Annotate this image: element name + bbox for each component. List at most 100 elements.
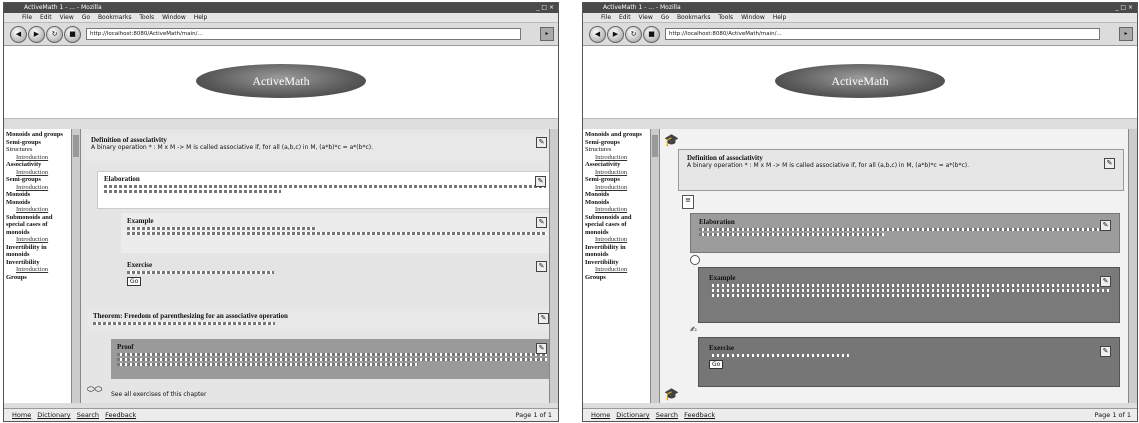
edit-icon[interactable]: ✎	[536, 261, 547, 272]
stop-icon[interactable]: ■	[643, 26, 660, 43]
mortarboard-icon[interactable]: 🎓	[664, 133, 679, 147]
status-link-home[interactable]: Home	[591, 411, 610, 419]
toc-link[interactable]: Introduction	[6, 236, 69, 244]
content-area: 🎓 Definition of associativity A binary o…	[660, 129, 1137, 403]
sidebar-scrollbar[interactable]	[72, 129, 81, 403]
status-link-home[interactable]: Home	[12, 411, 31, 419]
status-link-search[interactable]: Search	[656, 411, 678, 419]
page-indicator: Page 1 of 1	[515, 411, 552, 419]
title-bar: ActiveMath 1 - ... - Mozilla _ □ ×	[4, 3, 558, 13]
header-band: ActiveMath	[583, 46, 1137, 119]
example-text	[709, 284, 1109, 287]
activemath-logo: ActiveMath	[775, 64, 945, 98]
menu-bookmarks[interactable]: Bookmarks	[98, 14, 132, 21]
window-controls[interactable]: _ □ ×	[536, 3, 554, 13]
toc-section: Semi-groups	[6, 138, 41, 146]
forward-icon[interactable]: ▶	[28, 26, 45, 43]
scrollbar-thumb[interactable]	[652, 135, 658, 157]
exercise-text	[127, 271, 274, 274]
menu-tools[interactable]: Tools	[139, 14, 154, 21]
toc-link[interactable]: Introduction	[585, 266, 648, 274]
go-icon[interactable]: ▸	[1119, 27, 1133, 41]
document-icon[interactable]: ≡	[682, 195, 694, 209]
theorem-box: Theorem: Freedom of parenthesizing for a…	[87, 309, 553, 331]
edit-icon[interactable]: ✎	[1100, 276, 1111, 287]
reload-icon[interactable]: ↻	[625, 26, 642, 43]
pencil-icon[interactable]: ✍	[690, 325, 702, 335]
status-link-dictionary[interactable]: Dictionary	[616, 411, 649, 419]
menu-file[interactable]: File	[601, 14, 611, 21]
menu-tools[interactable]: Tools	[718, 14, 733, 21]
edit-icon[interactable]: ✎	[1100, 220, 1111, 231]
reload-icon[interactable]: ↻	[46, 26, 63, 43]
toc-link[interactable]: Introduction	[585, 154, 648, 162]
example-text-line	[709, 289, 1109, 292]
toc-section: Semi-groups	[6, 176, 41, 183]
menu-view[interactable]: View	[639, 14, 653, 21]
url-input[interactable]: http://localhost:8080/ActiveMath/main/..…	[86, 28, 521, 40]
menu-view[interactable]: View	[60, 14, 74, 21]
activemath-logo: ActiveMath	[196, 64, 366, 98]
back-icon[interactable]: ◀	[10, 26, 27, 43]
elaboration-box: Elaboration ✎	[690, 213, 1120, 253]
proof-text-line	[117, 358, 547, 361]
exercise-start-button[interactable]: Go	[709, 360, 724, 369]
menu-edit[interactable]: Edit	[619, 14, 631, 21]
menu-window[interactable]: Window	[741, 14, 765, 21]
example-title: Example	[709, 274, 736, 282]
bulb-icon[interactable]	[690, 255, 700, 265]
edit-icon[interactable]: ✎	[536, 137, 547, 148]
stop-icon[interactable]: ■	[64, 26, 81, 43]
menu-help[interactable]: Help	[194, 14, 208, 21]
edit-icon[interactable]: ✎	[1100, 346, 1111, 357]
toc-link[interactable]: Introduction	[585, 184, 648, 192]
toc-link[interactable]: Introduction	[585, 169, 648, 177]
toc-link[interactable]: Introduction	[585, 206, 648, 214]
toc-link[interactable]: Introduction	[6, 184, 69, 192]
status-link-feedback[interactable]: Feedback	[684, 411, 715, 419]
edit-icon[interactable]: ✎	[536, 217, 547, 228]
toc-link[interactable]: Introduction	[6, 154, 69, 162]
exercise-box: Exercise Go ✎	[698, 337, 1120, 387]
toc-link[interactable]: Introduction	[6, 266, 69, 274]
footer-note[interactable]: See all exercises of this chapter	[111, 391, 206, 398]
menu-window[interactable]: Window	[162, 14, 186, 21]
example-title: Example	[127, 217, 154, 225]
content-scrollbar[interactable]	[1128, 129, 1137, 403]
menu-go[interactable]: Go	[82, 14, 90, 21]
navigation-toolbar: ◀ ▶ ↻ ■ http://localhost:8080/ActiveMath…	[583, 23, 1137, 46]
definition-box: Definition of associativity A binary ope…	[678, 149, 1124, 191]
exercise-start-button[interactable]: Go	[127, 277, 142, 286]
status-link-dictionary[interactable]: Dictionary	[37, 411, 70, 419]
go-icon[interactable]: ▸	[540, 27, 554, 41]
menu-edit[interactable]: Edit	[40, 14, 52, 21]
menu-help[interactable]: Help	[773, 14, 787, 21]
status-link-search[interactable]: Search	[77, 411, 99, 419]
elaboration-box: Elaboration ✎	[97, 171, 553, 209]
edit-icon[interactable]: ✎	[535, 176, 546, 187]
toc-section: Submonoids and special cases of monoids	[6, 213, 53, 236]
edit-icon[interactable]: ✎	[536, 343, 547, 354]
toc-link[interactable]: Introduction	[6, 169, 69, 177]
page-nav-buttons[interactable]: ⬭⬭	[87, 385, 102, 395]
forward-icon[interactable]: ▶	[607, 26, 624, 43]
window-controls[interactable]: _ □ ×	[1115, 3, 1133, 13]
content-scrollbar[interactable]	[549, 129, 558, 403]
url-input[interactable]: http://localhost:8080/ActiveMath/main/..…	[665, 28, 1100, 40]
scrollbar-thumb[interactable]	[73, 135, 79, 157]
edit-icon[interactable]: ✎	[538, 313, 549, 324]
toc-link[interactable]: Introduction	[6, 206, 69, 214]
menu-bookmarks[interactable]: Bookmarks	[677, 14, 711, 21]
toc-section: Structures	[6, 146, 33, 153]
back-icon[interactable]: ◀	[589, 26, 606, 43]
menu-go[interactable]: Go	[661, 14, 669, 21]
toc-section: Monoids	[6, 191, 31, 198]
status-link-feedback[interactable]: Feedback	[105, 411, 136, 419]
menu-file[interactable]: File	[22, 14, 32, 21]
toc-link[interactable]: Introduction	[585, 236, 648, 244]
edit-icon[interactable]: ✎	[1104, 158, 1115, 169]
toc-section: Monoids and groups	[6, 131, 63, 138]
sidebar-scrollbar[interactable]	[651, 129, 660, 403]
mortarboard-icon[interactable]: 🎓	[664, 387, 679, 401]
toc-section: Monoids	[585, 198, 610, 206]
